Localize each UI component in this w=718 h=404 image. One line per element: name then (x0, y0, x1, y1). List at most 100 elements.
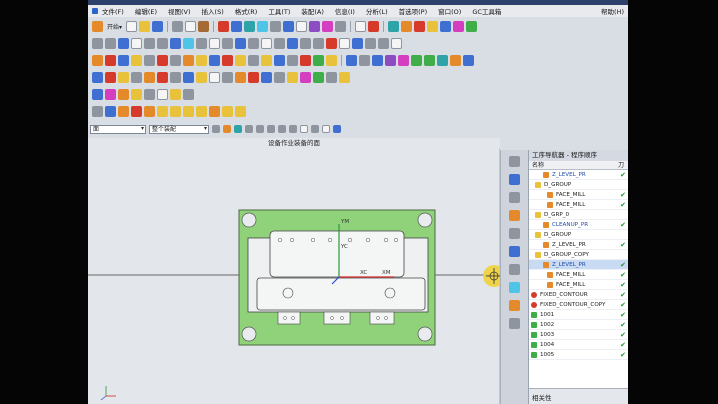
engrave-icon[interactable] (287, 55, 298, 66)
menu-edit[interactable]: 编辑(E) (135, 6, 157, 16)
moon-icon[interactable] (170, 89, 181, 100)
tree-row[interactable]: D_GROUP (529, 230, 628, 240)
tool-view-icon[interactable] (105, 55, 116, 66)
holder-icon[interactable] (287, 72, 298, 83)
zlevel-icon[interactable] (170, 55, 181, 66)
start-menu-label[interactable]: 开始▾ (107, 22, 122, 31)
mill-icon[interactable] (144, 55, 155, 66)
collapse-icon[interactable] (183, 89, 194, 100)
constraint-navigator-icon[interactable] (509, 174, 520, 185)
shaded-view-icon[interactable] (283, 21, 295, 32)
show-icon[interactable] (222, 38, 233, 49)
save-icon[interactable] (152, 21, 164, 32)
line-icon[interactable] (157, 38, 168, 49)
rename-op-icon[interactable] (131, 72, 142, 83)
lock-icon[interactable] (300, 72, 311, 83)
web-browser-icon[interactable] (509, 282, 520, 293)
snap-point-icon[interactable] (223, 125, 231, 133)
select-icon[interactable] (118, 38, 129, 49)
sketch-icon[interactable] (261, 38, 272, 49)
open-folder-icon[interactable] (139, 21, 151, 32)
redo-icon[interactable] (105, 38, 116, 49)
info-icon[interactable] (463, 55, 474, 66)
copy-icon[interactable] (185, 21, 197, 32)
csys-icon[interactable] (248, 38, 259, 49)
rest-mill-icon[interactable] (326, 55, 337, 66)
page-icon[interactable] (157, 89, 168, 100)
mcs-icon[interactable] (261, 72, 272, 83)
shell-icon[interactable] (339, 38, 350, 49)
lower-block[interactable] (256, 277, 426, 311)
object-icon[interactable] (144, 72, 155, 83)
layer-icon[interactable] (309, 21, 321, 32)
cam-setup-icon[interactable] (388, 21, 400, 32)
pattern-icon[interactable] (352, 38, 363, 49)
arrow-icon[interactable] (92, 89, 103, 100)
sort-icon[interactable] (131, 89, 142, 100)
face-mill-icon[interactable] (183, 55, 194, 66)
tree-row[interactable]: FIXED_CONTOUR_COPY ✔ (529, 300, 628, 310)
clsf-icon[interactable] (372, 55, 383, 66)
finish-icon[interactable] (313, 55, 324, 66)
menu-help[interactable]: 帮助(H) (601, 6, 624, 16)
tree-row[interactable]: FACE_MILL ✔ (529, 190, 628, 200)
snap-solid-icon[interactable] (333, 125, 341, 133)
snap-curve-icon[interactable] (300, 125, 308, 133)
distribute-icon[interactable] (196, 106, 207, 117)
library-icon[interactable] (509, 228, 520, 239)
start-icon[interactable] (92, 21, 103, 32)
cut-op-icon[interactable] (105, 72, 116, 83)
tree-row[interactable]: 1005 ✔ (529, 350, 628, 360)
highlight-icon[interactable] (105, 89, 116, 100)
tree-row[interactable]: 1002 ✔ (529, 320, 628, 330)
undo-icon[interactable] (92, 38, 103, 49)
tree-row[interactable]: 1001 ✔ (529, 310, 628, 320)
tree-row[interactable]: Z_LEVEL_PR ✔ (529, 240, 628, 250)
create-operation-icon[interactable] (401, 21, 413, 32)
transform-icon[interactable] (157, 72, 168, 83)
paste-op-icon[interactable] (118, 72, 129, 83)
profile-icon[interactable] (274, 55, 285, 66)
menu-view[interactable]: 视图(V) (168, 6, 191, 16)
display-path-icon[interactable] (183, 72, 194, 83)
graphics-viewport[interactable]: 设备作业装备的面 YM YC XC XM (88, 138, 500, 404)
new-file-icon[interactable] (126, 21, 138, 32)
list-icon[interactable] (437, 55, 448, 66)
snap-quad-icon[interactable] (267, 125, 275, 133)
tree-row[interactable]: Z_LEVEL_PR ✔ (529, 170, 628, 180)
indent-icon[interactable] (144, 106, 155, 117)
generate-path-icon[interactable] (453, 21, 465, 32)
model-canvas[interactable]: YM YC XC XM (88, 138, 500, 404)
tree-row[interactable]: D_GROUP (529, 180, 628, 190)
planar-icon[interactable] (261, 55, 272, 66)
palette-icon[interactable] (509, 300, 520, 311)
offset-icon[interactable] (391, 38, 402, 49)
wireframe-icon[interactable] (296, 21, 308, 32)
tree-row[interactable]: D_GRP_0 (529, 210, 628, 220)
arc-icon[interactable] (170, 38, 181, 49)
cut-icon[interactable] (172, 21, 184, 32)
pocket-icon[interactable] (248, 55, 259, 66)
filter-icon[interactable] (118, 89, 129, 100)
output-icon[interactable] (450, 55, 461, 66)
col-check-header[interactable]: 刀 (618, 161, 624, 170)
program-icon[interactable] (92, 55, 103, 66)
blank-icon[interactable] (209, 72, 220, 83)
layers-icon[interactable] (222, 106, 233, 117)
gouge-check-icon[interactable] (398, 55, 409, 66)
col-name-header[interactable]: 名称 (532, 162, 544, 169)
mirror-icon[interactable] (365, 38, 376, 49)
shop-doc-icon[interactable] (359, 55, 370, 66)
tree-row[interactable]: 1004 ✔ (529, 340, 628, 350)
menu-file[interactable]: 文件(F) (102, 6, 124, 16)
snap-center-icon[interactable] (256, 125, 264, 133)
view-front-icon[interactable] (355, 21, 367, 32)
hole-icon[interactable] (300, 38, 311, 49)
check-icon[interactable] (248, 72, 259, 83)
pan-icon[interactable] (270, 21, 282, 32)
menu-window[interactable]: 窗口(O) (438, 6, 461, 16)
geometry-view-icon[interactable] (118, 55, 129, 66)
trim-icon[interactable] (378, 38, 389, 49)
snap-mid-icon[interactable] (245, 125, 253, 133)
group-icon[interactable] (326, 72, 337, 83)
